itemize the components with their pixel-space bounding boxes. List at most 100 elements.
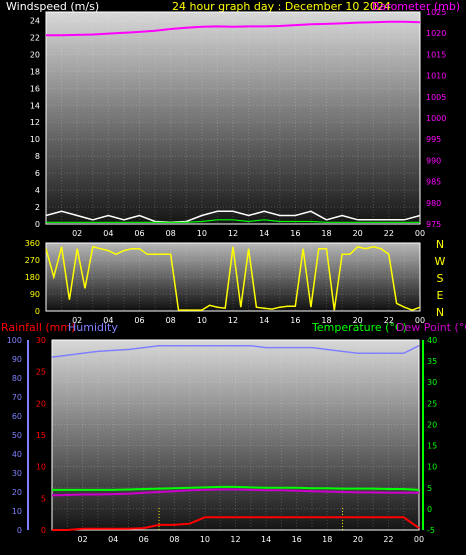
- windspeed-tick-14: 14: [30, 101, 40, 110]
- direction-tick-360: 360: [25, 239, 40, 248]
- temperature-tick-30: 30: [427, 378, 437, 387]
- x-tick-label-14: 14: [259, 316, 269, 325]
- x-tick-label-20: 20: [353, 316, 363, 325]
- barometer-tick-980: 980: [426, 199, 441, 208]
- x-tick-label-04: 04: [103, 229, 113, 238]
- rainfall-tick-30: 30: [36, 336, 46, 345]
- x-tick-label-20: 20: [353, 535, 363, 544]
- compass-label-N: N: [436, 238, 444, 251]
- windspeed-tick-20: 20: [30, 50, 40, 59]
- barometer-tick-990: 990: [426, 156, 441, 165]
- x-tick-label-00: 00: [414, 535, 424, 544]
- x-tick-label-12: 12: [228, 229, 238, 238]
- barometer-tick-1025: 1025: [426, 8, 446, 17]
- temperature-tick-20: 20: [427, 420, 437, 429]
- windspeed-axis-label: Windspeed (m/s): [6, 0, 99, 13]
- humidity-tick-0: 0: [17, 526, 22, 535]
- windspeed-tick-8: 8: [35, 152, 40, 161]
- humidity-tick-20: 20: [12, 488, 22, 497]
- rainfall-tick-20: 20: [36, 399, 46, 408]
- x-tick-label-04: 04: [108, 535, 118, 544]
- direction-tick-90: 90: [30, 290, 40, 299]
- temperature-tick--5: -5: [427, 526, 435, 535]
- weather-graph-page: Windspeed (m/s) 24 hour graph day : Dece…: [0, 0, 466, 555]
- windspeed-tick-0: 0: [35, 220, 40, 229]
- rainfall-axis-label: Rainfall (mm): [1, 321, 75, 334]
- windspeed-tick-16: 16: [30, 84, 40, 93]
- direction-tick-270: 270: [25, 256, 40, 265]
- x-tick-label-14: 14: [261, 535, 271, 544]
- x-tick-label-18: 18: [321, 229, 331, 238]
- windspeed-tick-6: 6: [35, 169, 40, 178]
- windspeed-tick-18: 18: [30, 67, 40, 76]
- x-tick-label-12: 12: [228, 316, 238, 325]
- humidity-tick-100: 100: [7, 336, 22, 345]
- x-tick-label-16: 16: [290, 229, 300, 238]
- graph-title: 24 hour graph day : December 10 2024: [172, 0, 391, 13]
- x-tick-label-20: 20: [353, 229, 363, 238]
- windspeed-tick-22: 22: [30, 33, 40, 42]
- x-tick-label-06: 06: [134, 316, 144, 325]
- weather-graphs-svg: Windspeed (m/s) 24 hour graph day : Dece…: [1, 0, 466, 544]
- x-tick-label-10: 10: [197, 229, 207, 238]
- x-tick-label-16: 16: [292, 535, 302, 544]
- temperature-tick-40: 40: [427, 336, 437, 345]
- windspeed-tick-10: 10: [30, 135, 40, 144]
- direction-tick-0: 0: [35, 307, 40, 316]
- humidity-tick-60: 60: [12, 412, 22, 421]
- x-tick-label-10: 10: [200, 535, 210, 544]
- x-tick-label-22: 22: [384, 316, 394, 325]
- compass-label-S: S: [437, 272, 444, 285]
- temperature-tick-35: 35: [427, 357, 437, 366]
- barometer-tick-1005: 1005: [426, 93, 446, 102]
- humidity-tick-40: 40: [12, 450, 22, 459]
- x-tick-label-08: 08: [169, 535, 179, 544]
- rainfall-tick-0: 0: [41, 526, 46, 535]
- direction-tick-180: 180: [25, 273, 40, 282]
- compass-label-W: W: [435, 255, 446, 268]
- temperature-tick-25: 25: [427, 399, 437, 408]
- x-tick-label-04: 04: [103, 316, 113, 325]
- temperature-tick-15: 15: [427, 442, 437, 451]
- barometer-tick-1000: 1000: [426, 114, 446, 123]
- windspeed-tick-4: 4: [35, 186, 40, 195]
- x-tick-label-06: 06: [139, 535, 149, 544]
- barometer-tick-975: 975: [426, 220, 441, 229]
- dewpoint-axis-label: Dew Point (°C): [396, 321, 466, 334]
- temperature-tick-10: 10: [427, 463, 437, 472]
- compass-label-E: E: [437, 289, 444, 302]
- barometer-tick-1010: 1010: [426, 72, 446, 81]
- windspeed-tick-24: 24: [30, 16, 40, 25]
- x-tick-label-02: 02: [72, 316, 82, 325]
- humidity-tick-80: 80: [12, 374, 22, 383]
- x-tick-label-22: 22: [384, 229, 394, 238]
- x-tick-label-10: 10: [197, 316, 207, 325]
- humidity-tick-10: 10: [12, 507, 22, 516]
- compass-label-N: N: [436, 306, 444, 319]
- humidity-tick-30: 30: [12, 469, 22, 478]
- humidity-tick-50: 50: [12, 431, 22, 440]
- barometer-axis-label: Barometer (mb): [372, 0, 460, 13]
- x-tick-label-08: 08: [166, 229, 176, 238]
- x-tick-label-14: 14: [259, 229, 269, 238]
- x-tick-label-00: 00: [415, 316, 425, 325]
- barometer-tick-995: 995: [426, 135, 441, 144]
- x-tick-label-16: 16: [290, 316, 300, 325]
- x-tick-label-18: 18: [322, 535, 332, 544]
- rainfall-tick-10: 10: [36, 463, 46, 472]
- temperature-tick-5: 5: [427, 484, 432, 493]
- rainfall-tick-25: 25: [36, 368, 46, 377]
- x-tick-label-02: 02: [77, 535, 87, 544]
- humidity-tick-70: 70: [12, 393, 22, 402]
- rainfall-tick-15: 15: [36, 431, 46, 440]
- temperature-plot-area: [51, 339, 420, 531]
- x-tick-label-18: 18: [321, 316, 331, 325]
- x-tick-label-00: 00: [415, 229, 425, 238]
- barometer-tick-1015: 1015: [426, 50, 446, 59]
- windspeed-tick-12: 12: [30, 118, 40, 127]
- temperature-tick-0: 0: [427, 505, 432, 514]
- barometer-tick-1020: 1020: [426, 29, 446, 38]
- x-tick-label-06: 06: [134, 229, 144, 238]
- x-tick-label-12: 12: [230, 535, 240, 544]
- windspeed-tick-2: 2: [35, 203, 40, 212]
